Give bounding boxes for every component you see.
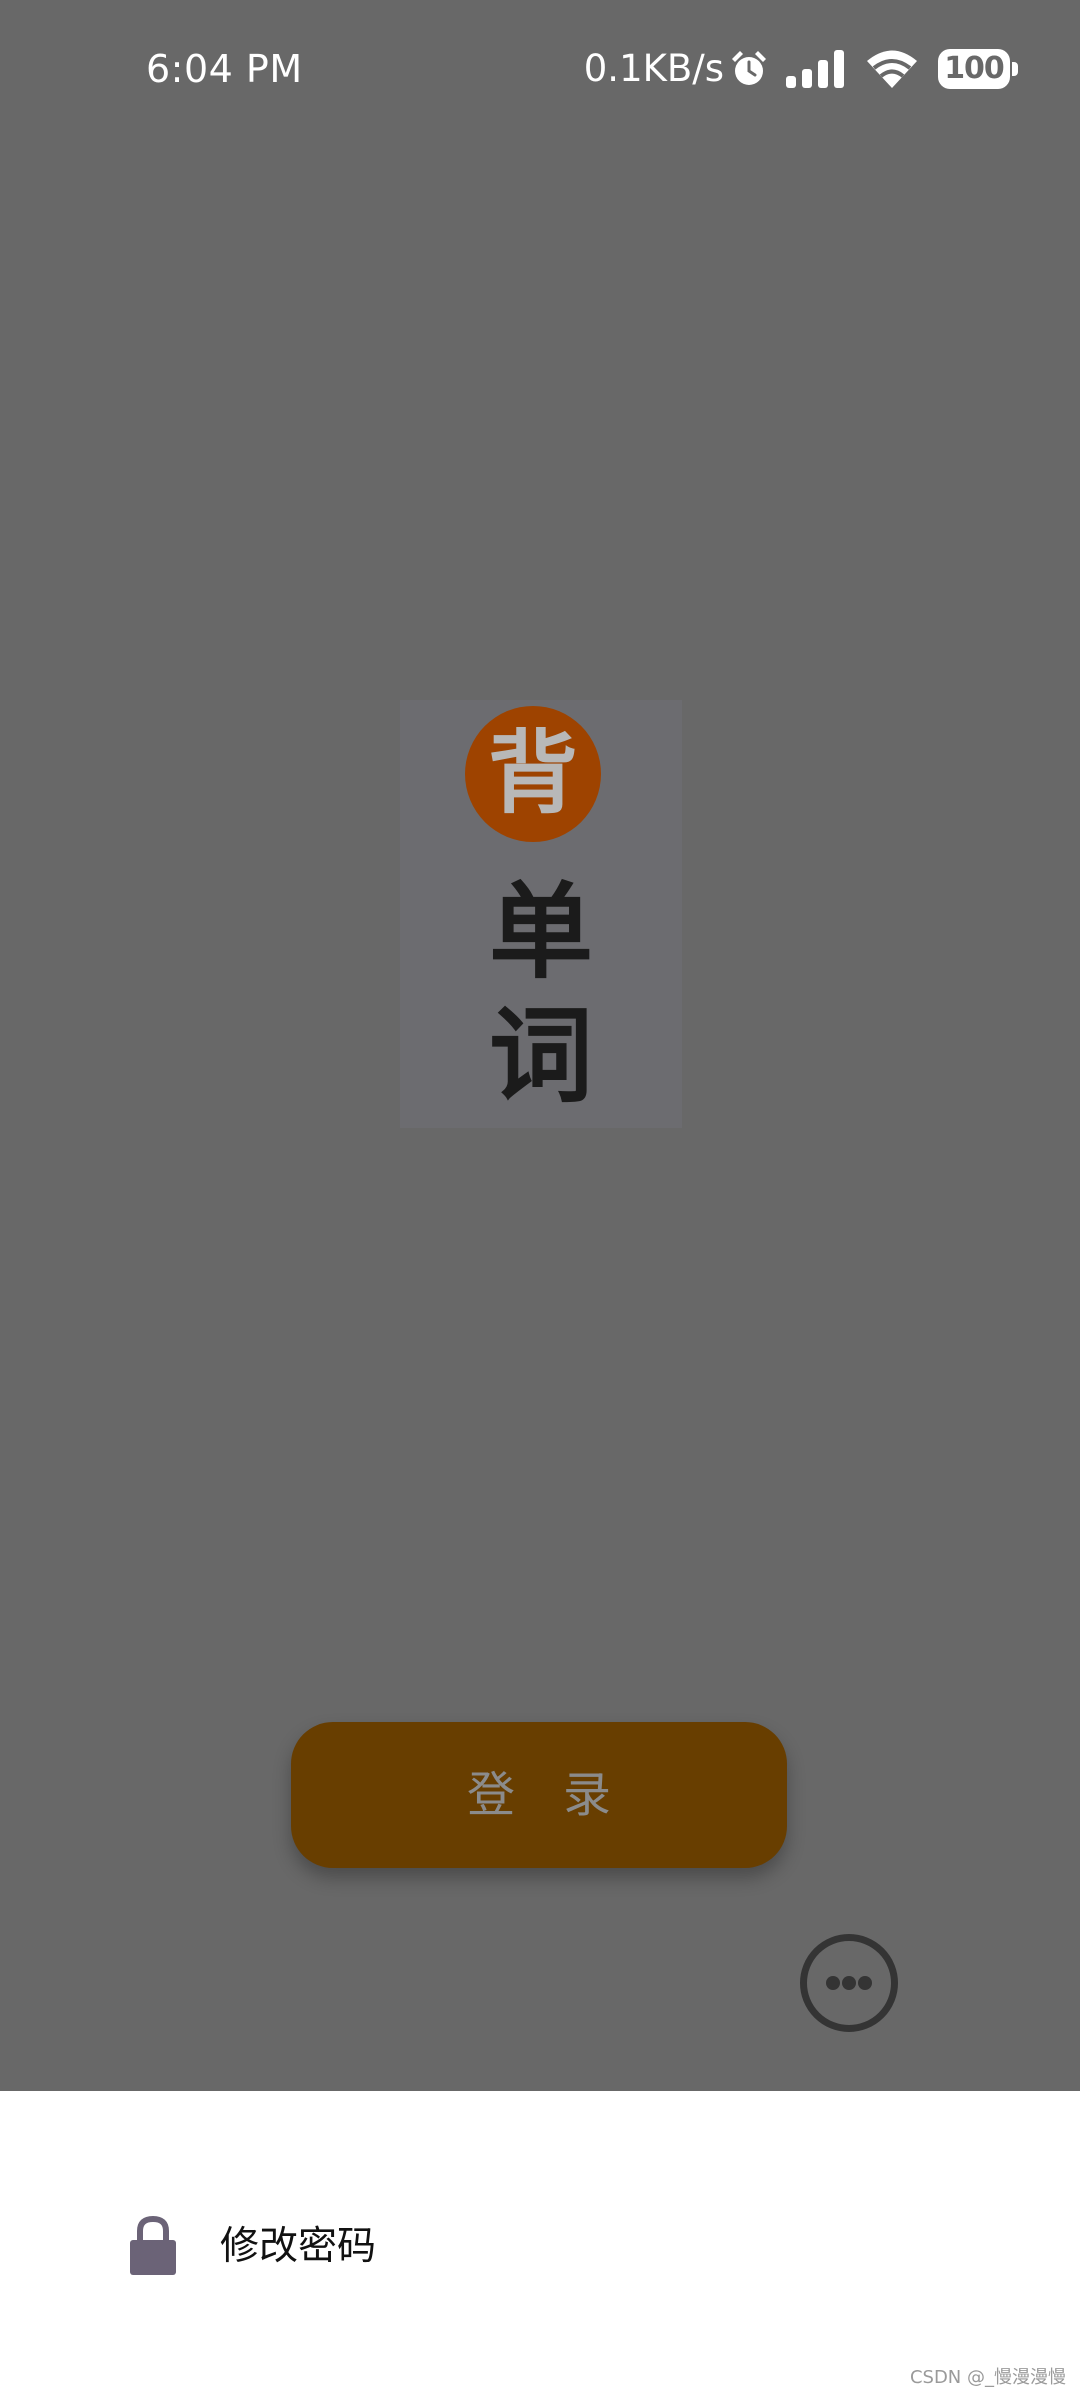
network-speed: 0.1KB/s xyxy=(583,47,724,90)
lock-icon xyxy=(130,2215,176,2275)
battery-level: 100 xyxy=(938,49,1010,89)
status-time: 6:04 PM xyxy=(146,47,303,91)
battery-icon: 100 xyxy=(938,49,1018,89)
logo-word-1: 单 xyxy=(488,871,593,993)
status-indicators: 0.1KB/s 100 xyxy=(584,44,1018,94)
bottom-sheet: 修改密码 CSDN @_慢漫漫慢 xyxy=(0,2091,1080,2400)
login-button[interactable]: 登录 xyxy=(291,1722,787,1868)
more-horizontal-icon xyxy=(826,1976,872,1990)
wifi-icon xyxy=(864,48,920,90)
app-logo: 背 单 词 xyxy=(400,700,682,1128)
alarm-icon xyxy=(728,48,770,90)
more-options-button[interactable] xyxy=(800,1934,898,2032)
watermark: CSDN @_慢漫漫慢 xyxy=(909,2367,1066,2388)
logo-badge: 背 xyxy=(465,706,601,842)
status-bar: 6:04 PM 0.1KB/s 100 xyxy=(0,0,1080,140)
change-password-item[interactable]: 修改密码 xyxy=(100,2191,980,2301)
signal-icon xyxy=(784,48,850,90)
logo-word-2: 词 xyxy=(488,995,593,1117)
change-password-label: 修改密码 xyxy=(220,2224,377,2269)
